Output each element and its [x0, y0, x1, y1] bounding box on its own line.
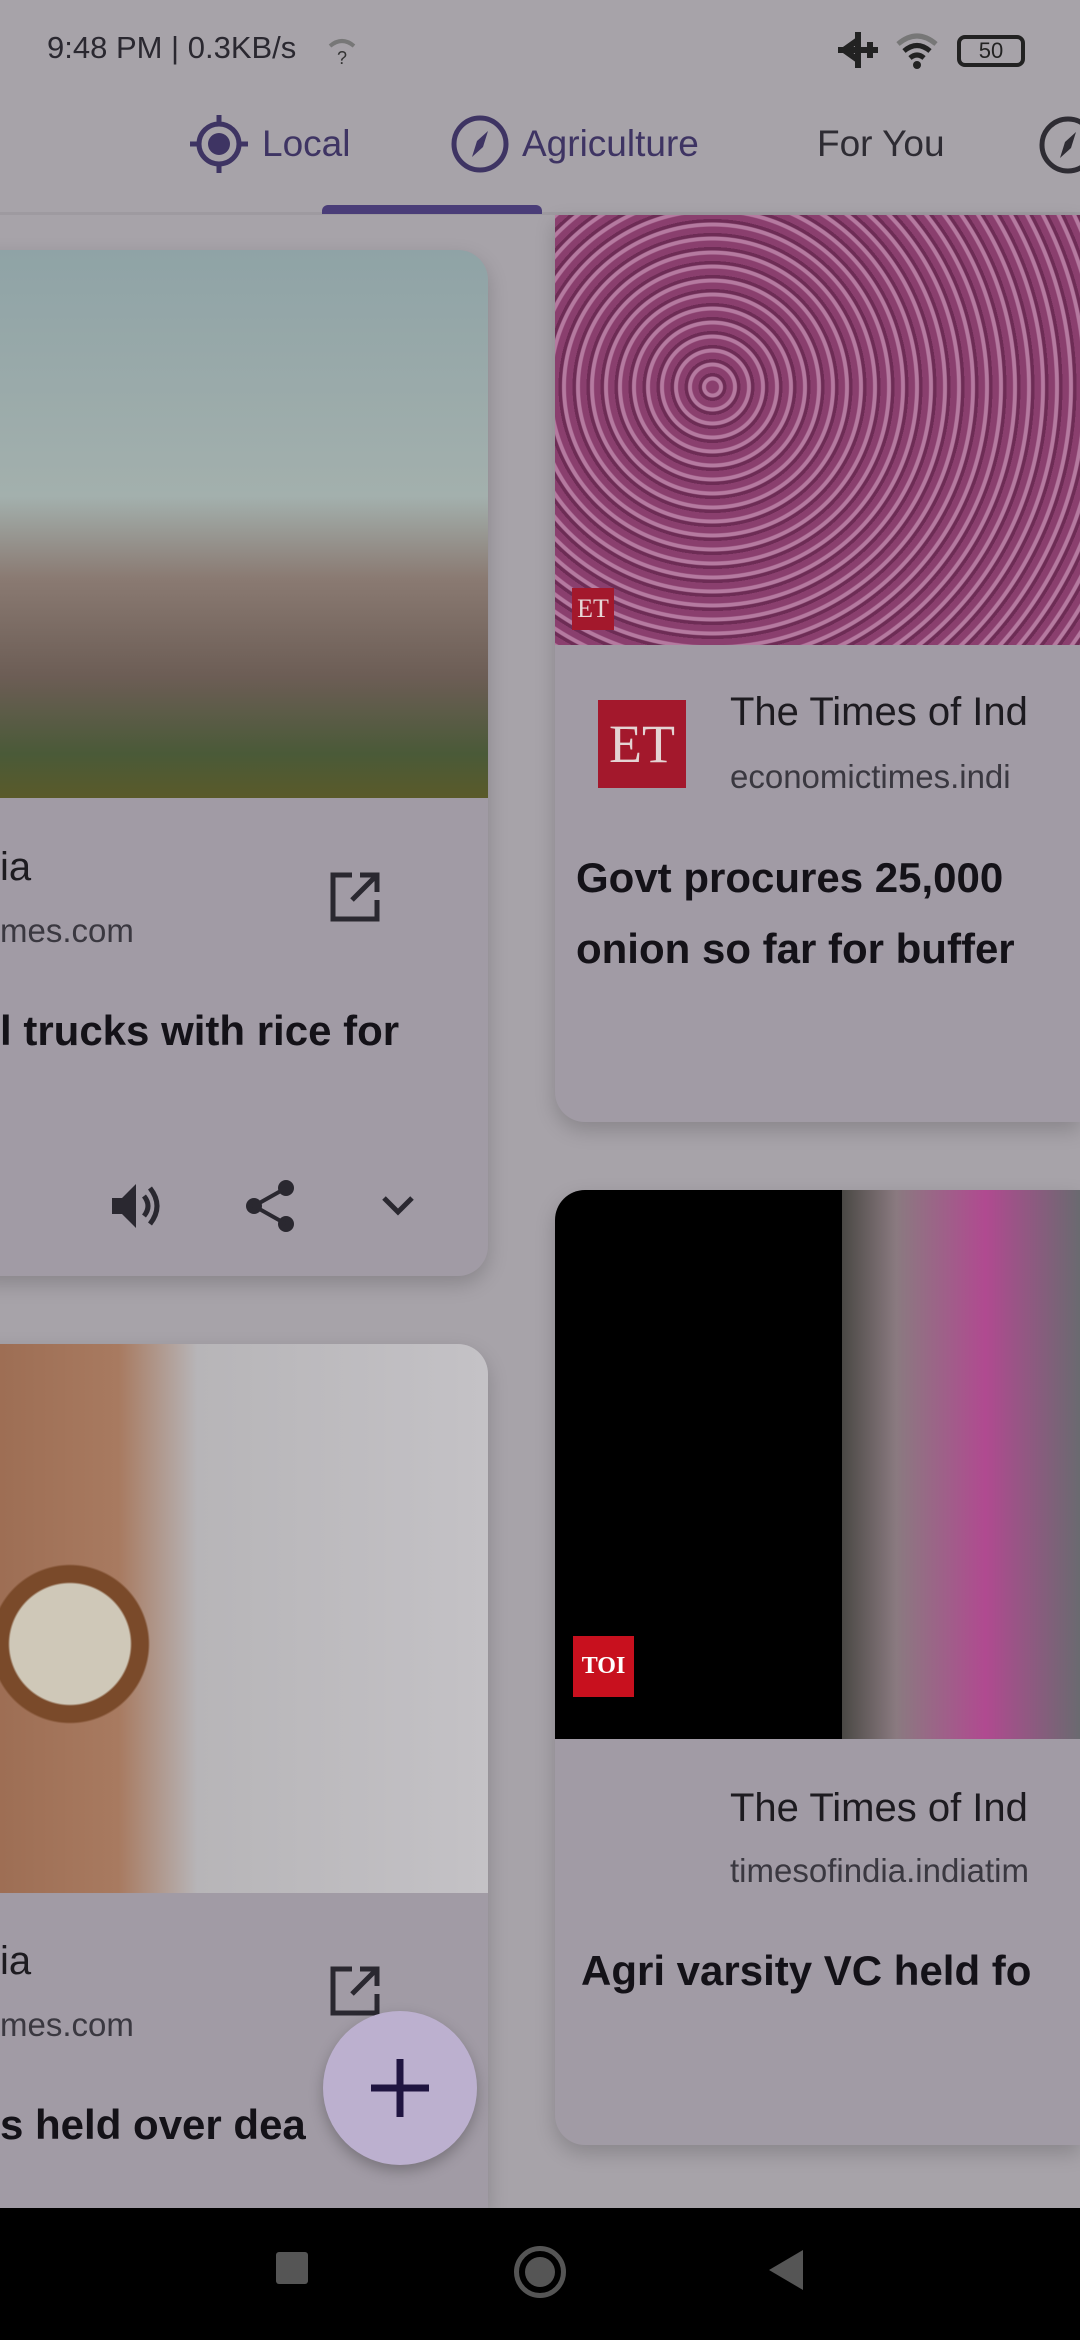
- tab-label: Local: [262, 123, 351, 164]
- share-icon[interactable]: [242, 1178, 298, 1234]
- tab-agriculture[interactable]: Agriculture: [450, 115, 699, 173]
- back-icon[interactable]: [765, 2248, 805, 2292]
- toi-logo: TOI: [573, 1636, 634, 1697]
- article-image: ET: [555, 215, 1080, 645]
- tab-for-you[interactable]: For You: [817, 118, 945, 170]
- tab-local[interactable]: Local: [188, 115, 351, 173]
- compass-icon: [451, 115, 509, 173]
- source-domain: mes.com: [0, 912, 134, 949]
- article-image: [0, 250, 488, 798]
- news-card[interactable]: ET ET The Times of Ind economictimes.ind…: [555, 215, 1080, 1122]
- et-badge: ET: [572, 588, 614, 630]
- news-card[interactable]: TOI The Times of Ind timesofindia.indiat…: [555, 1190, 1080, 2145]
- source-title: ia: [0, 845, 32, 889]
- headline: Agri varsity VC held fo: [581, 1947, 1032, 1994]
- airplane-icon: [838, 32, 878, 68]
- et-logo: ET: [598, 700, 686, 788]
- speaker-icon[interactable]: [108, 1178, 164, 1234]
- wifi-question-icon: ?: [328, 39, 356, 66]
- home-icon[interactable]: [514, 2246, 566, 2298]
- tab-indicator: [322, 205, 542, 214]
- external-link-icon[interactable]: [328, 870, 382, 924]
- source-title: The Times of Ind: [730, 1786, 1028, 1830]
- add-fab-button[interactable]: [323, 2011, 477, 2165]
- status-time-speed: 9:48 PM | 0.3KB/s: [47, 30, 297, 65]
- headline: s held over dea: [0, 2101, 306, 2148]
- recents-icon[interactable]: [276, 2252, 308, 2284]
- source-domain: timesofindia.indiatim: [730, 1852, 1029, 1889]
- chevron-down-icon[interactable]: [380, 1190, 416, 1220]
- svg-text:?: ?: [337, 48, 347, 66]
- article-image: TOI: [555, 1190, 1080, 1739]
- battery-level: 50: [978, 38, 1004, 63]
- article-image: [0, 1344, 488, 1893]
- news-card[interactable]: ia mes.com l trucks with rice for: [0, 250, 488, 1276]
- source-title: The Times of Ind: [730, 690, 1028, 734]
- headline-line: onion so far for buffer: [576, 925, 1015, 972]
- gps-location-icon: [190, 115, 248, 173]
- external-link-icon[interactable]: [328, 1964, 382, 2018]
- source-domain: mes.com: [0, 2006, 134, 2043]
- tab-label: Agriculture: [522, 123, 699, 164]
- system-nav-bar: [0, 2208, 1080, 2340]
- source-title: ia: [0, 1939, 32, 1983]
- battery-icon: 50: [957, 35, 1025, 67]
- headline-line: Govt procures 25,000: [576, 854, 1004, 901]
- compass-icon[interactable]: [1038, 115, 1080, 175]
- source-domain: economictimes.indi: [730, 758, 1011, 795]
- wifi-icon: [896, 33, 938, 69]
- tab-label: For You: [817, 123, 945, 164]
- headline: l trucks with rice for: [0, 1007, 400, 1054]
- plus-icon: [371, 2059, 429, 2117]
